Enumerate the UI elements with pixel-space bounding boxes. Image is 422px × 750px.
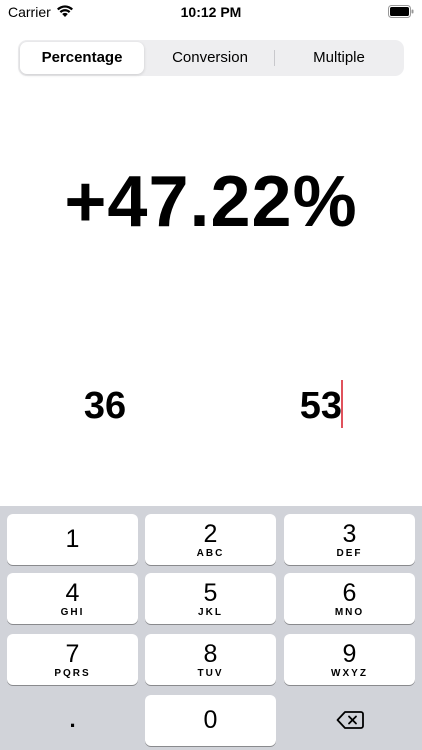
battery-icon [388,5,414,18]
key-letters: ABC [196,548,225,559]
delete-backspace-icon [336,711,364,729]
key-digit: 7 [65,640,80,668]
key-digit: 6 [342,579,357,607]
number-keypad: 1 2 ABC 3 DEF 4 GHI 5 JKL 6 MNO 7 PQRS 8… [0,506,422,750]
key-3[interactable]: 3 DEF [284,514,415,565]
key-1[interactable]: 1 [7,514,138,565]
key-letters: DEF [336,548,363,559]
key-0[interactable]: 0 [145,695,276,746]
key-2[interactable]: 2 ABC [145,514,276,565]
decimal-point: . [69,707,76,732]
key-letters: MNO [334,607,365,618]
key-8[interactable]: 8 TUV [145,634,276,685]
key-delete[interactable] [284,695,415,746]
key-digit: 8 [203,640,218,668]
key-letters: PQRS [54,668,91,679]
key-5[interactable]: 5 JKL [145,573,276,624]
segment-percentage[interactable]: Percentage [20,42,144,74]
key-digit: 0 [203,706,218,734]
segment-divider [274,50,275,66]
key-9[interactable]: 9 WXYZ [284,634,415,685]
segment-multiple[interactable]: Multiple [276,42,402,74]
segment-conversion[interactable]: Conversion [146,42,274,74]
key-letters: JKL [198,607,223,618]
key-digit: 4 [65,579,80,607]
status-bar: Carrier 10:12 PM [0,0,422,24]
key-6[interactable]: 6 MNO [284,573,415,624]
text-cursor [341,380,343,428]
key-4[interactable]: 4 GHI [7,573,138,624]
to-value-field[interactable]: 53 [250,380,400,428]
key-digit: 3 [342,520,357,548]
key-7[interactable]: 7 PQRS [7,634,138,685]
key-digit: 1 [65,525,80,553]
to-value-text: 53 [299,385,342,427]
key-letters: GHI [60,607,85,618]
key-digit: 5 [203,579,218,607]
from-value-field[interactable]: 36 [60,384,150,428]
key-digit: 9 [342,640,357,668]
percentage-result: +47.22% [64,162,358,242]
mode-segmented-control: Percentage Conversion Multiple [18,40,404,76]
key-decimal[interactable]: . [7,695,138,746]
key-letters: WXYZ [331,668,368,679]
key-letters: TUV [197,668,224,679]
key-digit: 2 [203,520,218,548]
status-time: 10:12 PM [180,4,242,20]
